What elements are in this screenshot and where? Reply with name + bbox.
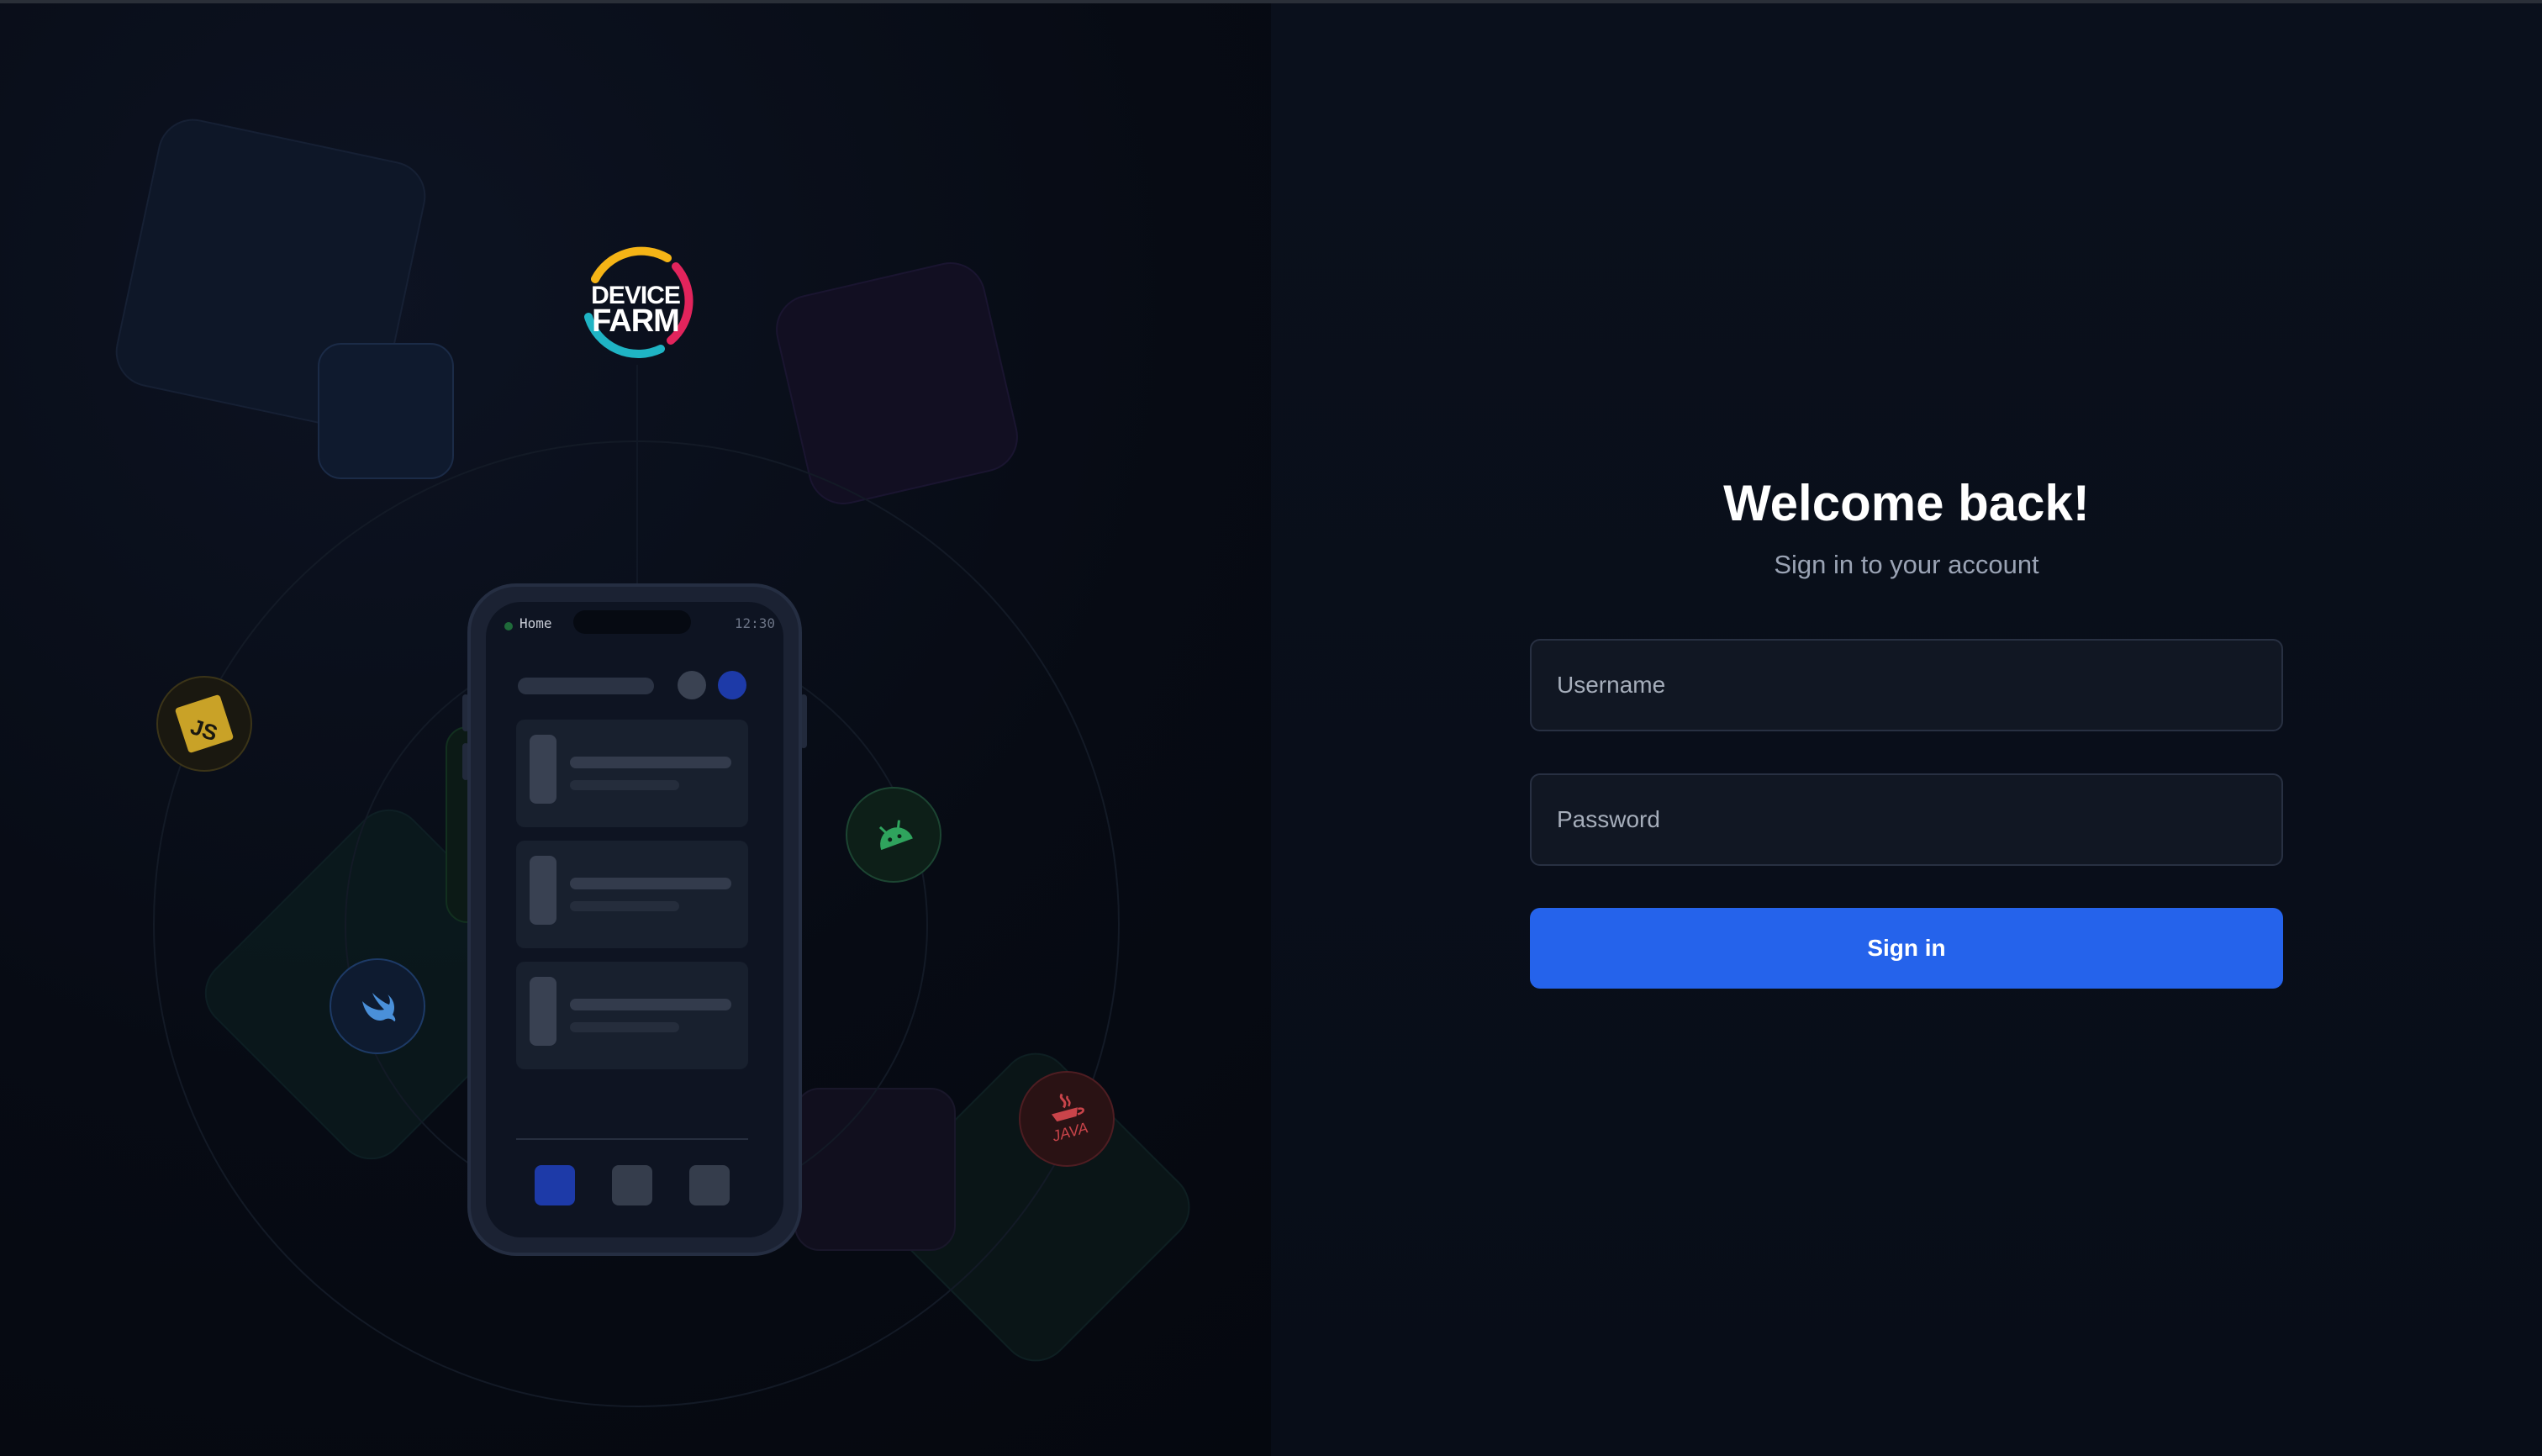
phone-nav-button: [535, 1165, 575, 1205]
phone-placeholder-card: [516, 720, 748, 827]
phone-status-label: Home: [519, 615, 552, 631]
phone-statusbar: Home 12:30: [486, 602, 783, 636]
phone-mockup: Home 12:30: [467, 583, 802, 1256]
android-badge: [846, 787, 941, 883]
android-icon: [878, 820, 913, 851]
illustration-panel: DEVICE FARM Home 12:30 JS JAVA: [0, 3, 1271, 1456]
phone-placeholder-bar: [518, 678, 654, 694]
phone-screen: Home 12:30: [486, 602, 783, 1237]
username-input[interactable]: [1530, 639, 2283, 731]
device-farm-logo: DEVICE FARM: [577, 241, 694, 364]
login-title: Welcome back!: [1723, 475, 2090, 531]
phone-placeholder-card: [516, 841, 748, 948]
password-input[interactable]: [1530, 773, 2283, 866]
decor-square: [318, 343, 454, 479]
phone-nav-button: [689, 1165, 730, 1205]
java-badge: JAVA: [1019, 1071, 1115, 1167]
phone-placeholder-dot: [718, 671, 746, 699]
login-subtitle: Sign in to your account: [1774, 550, 2039, 579]
phone-nav-button: [612, 1165, 652, 1205]
sign-in-button[interactable]: Sign in: [1530, 908, 2283, 989]
phone-placeholder-card: [516, 962, 748, 1069]
swift-badge: [330, 958, 425, 1054]
phone-placeholder-dot: [678, 671, 706, 699]
javascript-badge: JS: [156, 676, 252, 772]
swift-bird-icon: [362, 993, 396, 1021]
phone-nav-divider: [516, 1138, 748, 1140]
phone-notch: [573, 610, 691, 634]
java-icon: JAVA: [1050, 1093, 1090, 1145]
login-form: Welcome back! Sign in to your account Si…: [1530, 454, 2283, 989]
javascript-icon: JS: [175, 694, 234, 753]
decor-connector: [636, 365, 638, 592]
phone-status-time: 12:30: [734, 615, 775, 631]
java-badge-label: JAVA: [1050, 1119, 1090, 1145]
status-dot-icon: [504, 622, 513, 630]
logo-line2: FARM: [592, 303, 680, 339]
